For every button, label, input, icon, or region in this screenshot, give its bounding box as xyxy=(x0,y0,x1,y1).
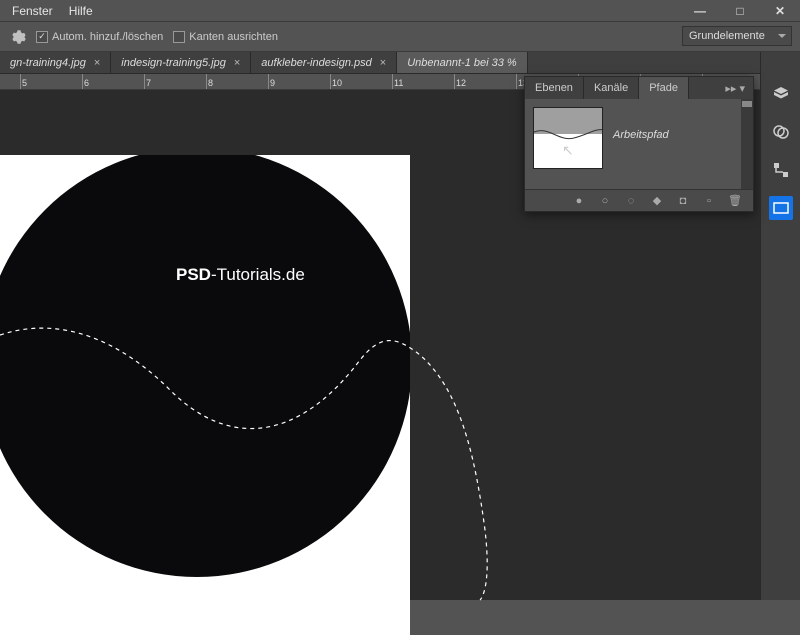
gear-icon[interactable] xyxy=(10,29,26,45)
tab-pfade[interactable]: Pfade xyxy=(639,77,689,99)
document-tab-bar: gn-training4.jpg× indesign-training5.jpg… xyxy=(0,52,800,74)
channels-icon[interactable] xyxy=(769,120,793,144)
ruler-label: 12 xyxy=(456,78,466,88)
right-panel-dock xyxy=(760,52,800,600)
panel-footer: ● ○ ◌ ◆ ◘ ▫ 🗑 xyxy=(525,189,753,211)
close-icon[interactable]: × xyxy=(234,57,240,69)
panel-menu-icon[interactable]: ▸▸ ▾ xyxy=(717,77,753,99)
close-button[interactable]: ✕ xyxy=(760,0,800,22)
panel-tab-bar: Ebenen Kanäle Pfade ▸▸ ▾ xyxy=(525,77,753,99)
maximize-button[interactable]: □ xyxy=(720,0,760,22)
minimize-button[interactable]: — xyxy=(680,0,720,22)
options-bar: ✓ Autom. hinzuf./löschen Kanten ausricht… xyxy=(0,22,800,52)
auto-add-delete-label: Autom. hinzuf./löschen xyxy=(52,31,163,43)
menu-help[interactable]: Hilfe xyxy=(69,4,93,18)
path-to-selection-icon[interactable]: ◌ xyxy=(623,193,639,209)
document-tab[interactable]: indesign-training5.jpg× xyxy=(111,52,251,73)
align-edges-label: Kanten ausrichten xyxy=(189,31,278,43)
tab-kanale[interactable]: Kanäle xyxy=(584,77,639,99)
ruler-label: 5 xyxy=(22,78,27,88)
panel-body: ↖ Arbeitspfad xyxy=(525,99,753,189)
close-icon[interactable]: × xyxy=(380,57,386,69)
path-name[interactable]: Arbeitspfad xyxy=(613,129,669,141)
ruler-label: 10 xyxy=(332,78,342,88)
ruler-label: 7 xyxy=(146,78,151,88)
canvas[interactable] xyxy=(0,155,410,635)
artwork-text: PSD-Tutorials.de xyxy=(176,265,305,285)
document-tab[interactable]: aufkleber-indesign.psd× xyxy=(251,52,397,73)
path-thumbnail[interactable]: ↖ xyxy=(533,107,603,169)
close-icon[interactable]: × xyxy=(94,57,100,69)
checkbox-checked-icon: ✓ xyxy=(36,31,48,43)
artwork-circle xyxy=(0,155,410,577)
panel-scrollbar[interactable] xyxy=(741,99,753,189)
cursor-icon: ↖ xyxy=(562,142,574,159)
paths-icon[interactable] xyxy=(769,158,793,182)
ruler-label: 6 xyxy=(84,78,89,88)
tab-ebenen[interactable]: Ebenen xyxy=(525,77,584,99)
add-mask-icon[interactable]: ◘ xyxy=(675,193,691,209)
workspace-dropdown[interactable]: Grundelemente xyxy=(682,26,792,46)
make-work-path-icon[interactable]: ◆ xyxy=(649,193,665,209)
checkbox-unchecked-icon xyxy=(173,31,185,43)
document-tab[interactable]: gn-training4.jpg× xyxy=(0,52,111,73)
paths-panel: Ebenen Kanäle Pfade ▸▸ ▾ ↖ Arbeitspfad ●… xyxy=(524,76,754,212)
ruler-label: 9 xyxy=(270,78,275,88)
delete-path-icon[interactable]: 🗑 xyxy=(727,193,743,209)
ruler-label: 8 xyxy=(208,78,213,88)
layers-icon[interactable] xyxy=(769,82,793,106)
stroke-path-icon[interactable]: ○ xyxy=(597,193,613,209)
auto-add-delete-checkbox[interactable]: ✓ Autom. hinzuf./löschen xyxy=(36,31,163,43)
align-edges-checkbox[interactable]: Kanten ausrichten xyxy=(173,31,278,43)
new-path-icon[interactable]: ▫ xyxy=(701,193,717,209)
menu-window[interactable]: Fenster xyxy=(12,4,53,18)
ruler-label: 11 xyxy=(394,78,403,88)
document-tab-active[interactable]: Unbenannt-1 bei 33 % xyxy=(397,52,527,73)
history-icon[interactable] xyxy=(769,196,793,220)
window-controls: — □ ✕ xyxy=(680,0,800,22)
fill-path-icon[interactable]: ● xyxy=(571,193,587,209)
